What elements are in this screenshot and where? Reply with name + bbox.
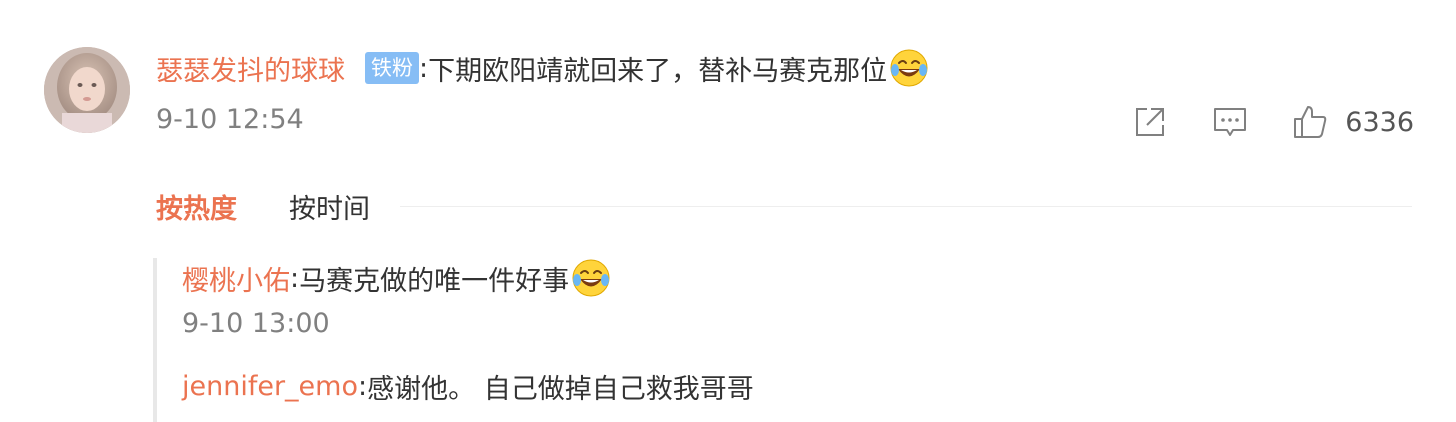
like-count: 6336 (1345, 106, 1414, 138)
comment-timestamp: 9-10 12:54 (156, 104, 304, 135)
laugh-cry-emoji-icon (572, 259, 610, 297)
reply-button[interactable] (1211, 103, 1249, 141)
like-button[interactable]: 6336 (1291, 103, 1414, 141)
reply-text: 感谢他。 自己做掉自己救我哥哥 (367, 373, 754, 405)
like-icon (1294, 106, 1327, 138)
laugh-cry-emoji-icon (890, 49, 928, 87)
reply-username[interactable]: 樱桃小佑 (182, 259, 290, 298)
share-button[interactable] (1131, 103, 1169, 141)
comment-header: 瑟瑟发抖的球球 铁粉 : 下期欧阳靖就回来了，替补马赛克那位 (156, 46, 929, 90)
reply-timestamp: 9-10 13:00 (182, 308, 330, 339)
reply-text: 马赛克做的唯一件好事 (299, 265, 570, 297)
avatar-photo (44, 47, 130, 133)
sort-bar: 按热度 按时间 (156, 184, 1412, 228)
reply-list: 樱桃小佑 : 马赛克做的唯一件好事 9-10 13:00 jennifer_em… (153, 258, 1357, 422)
fan-badge[interactable]: 铁粉 (365, 52, 419, 84)
reply-username[interactable]: jennifer_emo (182, 371, 358, 402)
comment-icon (1214, 108, 1247, 136)
reply-item: 樱桃小佑 : 马赛克做的唯一件好事 (182, 256, 611, 300)
sort-by-hot-tab[interactable]: 按热度 (156, 187, 237, 226)
reply-colon: : (358, 370, 368, 402)
comment-actions: 6336 (1131, 100, 1414, 144)
avatar[interactable] (44, 47, 130, 133)
reply-item: jennifer_emo : 感谢他。 自己做掉自己救我哥哥 (182, 364, 754, 408)
comment-text: 下期欧阳靖就回来了，替补马赛克那位 (428, 55, 888, 87)
sort-by-time-tab[interactable]: 按时间 (289, 187, 370, 226)
comment-colon: : (419, 52, 429, 84)
reply-colon: : (290, 262, 300, 294)
comment-username[interactable]: 瑟瑟发抖的球球 (156, 49, 345, 88)
share-icon (1136, 108, 1165, 136)
divider (400, 205, 1412, 207)
